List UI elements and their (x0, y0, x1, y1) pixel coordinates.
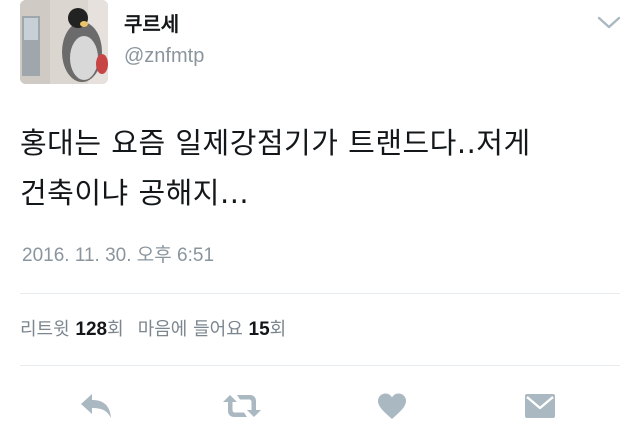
action-bar (0, 384, 640, 424)
reply-icon (81, 394, 111, 418)
tweet-text-line: 건축이냐 공해지... (20, 176, 250, 210)
likes-unit: 회 (269, 319, 287, 340)
retweet-icon (223, 395, 261, 417)
like-button[interactable] (372, 390, 412, 422)
tweet-timestamp[interactable]: 2016. 11. 30. 오후 6:51 (22, 244, 214, 268)
heart-icon (378, 393, 406, 419)
tweet-card: 쿠르세 @znfmtp 홍대는 요즘 일제강점기가 트랜드다..저게 건축이냐 … (0, 0, 640, 432)
divider (20, 293, 620, 294)
divider (20, 365, 620, 366)
likes-count: 15 (248, 319, 270, 340)
retweet-button[interactable] (222, 390, 262, 422)
chevron-down-icon[interactable] (596, 14, 622, 32)
retweets-label: 리트윗 (20, 319, 70, 340)
retweets-stat[interactable]: 리트윗 128회 (20, 319, 124, 340)
retweets-unit: 회 (107, 319, 124, 340)
tweet-text: 홍대는 요즘 일제강점기가 트랜드다..저게 건축이냐 공해지... (20, 118, 620, 218)
tweet-text-line: 홍대는 요즘 일제강점기가 트랜드다..저게 (20, 126, 531, 160)
likes-stat[interactable]: 마음에 들어요 15회 (138, 319, 287, 340)
likes-label: 마음에 들어요 (137, 319, 243, 340)
retweets-count: 128 (75, 319, 108, 340)
user-handle[interactable]: @znfmtp (124, 44, 204, 68)
envelope-icon (525, 394, 555, 418)
reply-button[interactable] (76, 390, 116, 422)
display-name[interactable]: 쿠르세 (124, 12, 179, 36)
tweet-stats: 리트윗 128회 마음에 들어요 15회 (20, 318, 286, 342)
direct-message-button[interactable] (520, 390, 560, 422)
avatar[interactable] (20, 0, 108, 84)
